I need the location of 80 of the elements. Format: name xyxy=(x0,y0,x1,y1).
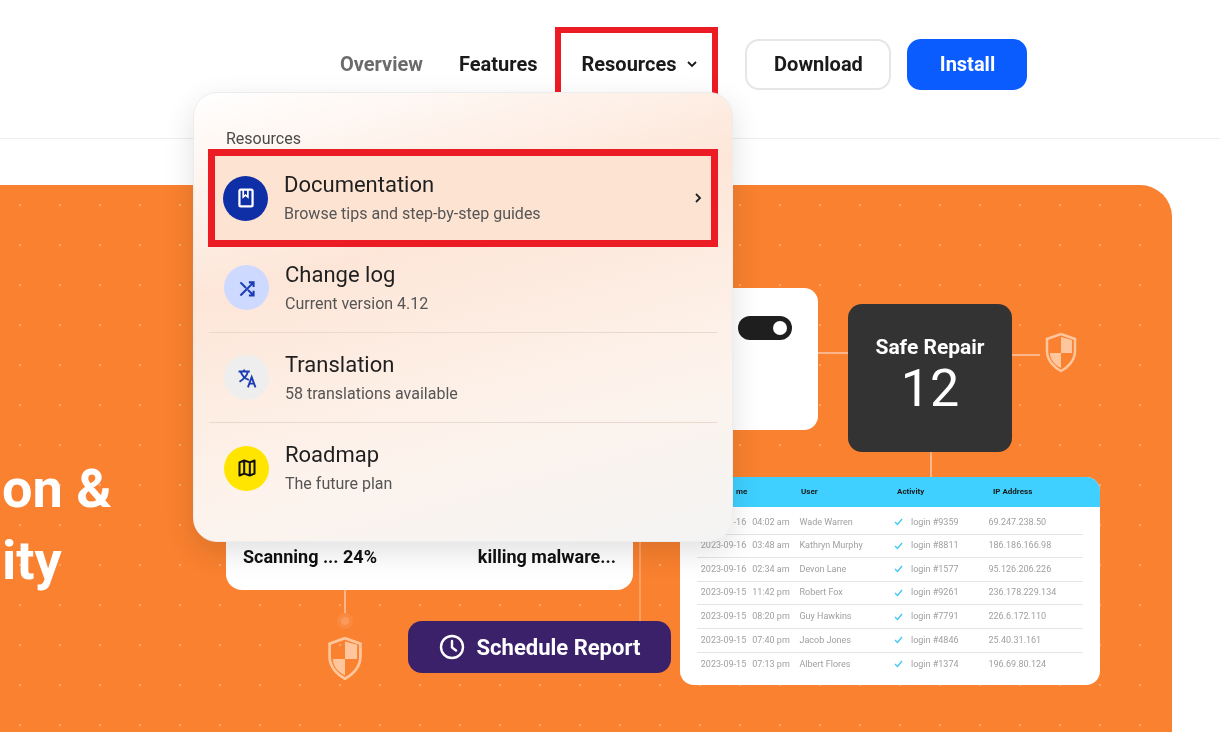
clock-icon xyxy=(438,634,465,660)
table-cell-text: 03:48 am xyxy=(751,539,791,553)
table-cell-text: Albert Flores xyxy=(799,657,852,671)
connector-line xyxy=(818,352,848,354)
table-cell-text: 69.247.238.50 xyxy=(988,515,1048,529)
table-cell-text: 11:42 pm xyxy=(751,586,791,600)
column-header: Activity xyxy=(897,486,926,498)
table-cell-text: 196.69.80.124 xyxy=(988,657,1048,671)
table-cell-text: 2023-09-15 xyxy=(699,609,747,623)
table-cell-text: 95.126.206.226 xyxy=(988,562,1053,576)
table-cell-text: login #7791 xyxy=(910,609,959,623)
table-cell-text: 02:34 am xyxy=(751,562,791,576)
download-button[interactable]: Download xyxy=(745,38,892,90)
menu-heading: Resources xyxy=(225,128,302,150)
menu-item-subtitle: Current version 4.12 xyxy=(285,293,430,314)
headline-text: on & xyxy=(2,456,112,522)
menu-item-title: Change log xyxy=(285,261,397,288)
check-icon xyxy=(893,541,903,550)
table-cell-text: Jacob Jones xyxy=(799,633,852,647)
table-cell-text: 2023-09-15 xyxy=(699,657,747,671)
menu-item[interactable]: Roadmap The future plan xyxy=(209,423,717,513)
scan-status-text: killing malware... xyxy=(477,545,616,569)
table-cell-text: 2023-09-16 xyxy=(699,539,747,553)
table-cell: login #9261 xyxy=(910,586,959,600)
check-icon xyxy=(893,589,903,598)
check-icon xyxy=(893,660,903,669)
table-cell-text: -16 xyxy=(732,515,747,529)
menu-item-title: Documentation xyxy=(284,172,436,198)
column-header: me xyxy=(735,486,749,498)
menu-item-subtitle: 58 translations available xyxy=(285,383,459,404)
headline-text: ity xyxy=(2,528,62,594)
menu-item[interactable]: Translation 58 translations available xyxy=(209,333,717,423)
schedule-report-button[interactable]: Schedule Report xyxy=(408,621,671,673)
table-cell-text: 07:13 pm xyxy=(751,657,791,671)
menu-item-title: Translation xyxy=(285,351,396,378)
menu-item[interactable]: Documentation Browse tips and step-by-step guides xyxy=(215,156,711,240)
table-cell-text: 2023-09-16 xyxy=(699,562,747,576)
menu-item-subtitle: Browse tips and step-by-step guides xyxy=(284,204,542,224)
menu-item-subtitle: The future plan xyxy=(285,474,394,494)
check-icon xyxy=(893,565,903,574)
check-icon xyxy=(893,518,903,527)
table-cell-text: 07:40 pm xyxy=(751,633,791,647)
table-cell-text: login #1577 xyxy=(910,562,959,576)
safe-repair-title: Safe Repair xyxy=(875,334,985,360)
table-cell: login #4846 xyxy=(910,633,959,647)
menu-item-title: Roadmap xyxy=(285,442,381,468)
safe-repair-count: 12 xyxy=(900,360,960,418)
chevron-down-icon xyxy=(686,58,699,70)
table-cell-text: 25.40.31.161 xyxy=(988,633,1043,647)
check-icon xyxy=(893,612,903,621)
column-header: IP Address xyxy=(993,486,1034,498)
install-button[interactable]: Install xyxy=(907,38,1028,90)
table-cell-text: login #1374 xyxy=(910,657,959,671)
toggle-switch[interactable] xyxy=(738,316,792,340)
table-cell-text: Guy Hawkins xyxy=(799,609,853,623)
chevron-right-icon xyxy=(693,192,703,204)
table-cell-text: 226.6.172.110 xyxy=(988,609,1048,623)
table-cell-text: 236.178.229.134 xyxy=(988,586,1058,600)
column-header: User xyxy=(801,486,819,498)
table-cell: login #8811 xyxy=(910,539,959,553)
table-cell-text: 08:20 pm xyxy=(751,609,791,623)
shield-icon xyxy=(326,637,364,681)
scan-progress-text: Scanning ... 24% xyxy=(243,545,377,569)
connector-line xyxy=(1012,354,1040,356)
connector-line xyxy=(930,452,932,477)
shield-icon xyxy=(1044,333,1078,373)
table-cell-text: Devon Lane xyxy=(799,562,848,576)
table-cell-text: 04:02 am xyxy=(751,515,791,529)
table-cell-text: Wade Warren xyxy=(799,515,854,529)
table-cell-text: Robert Fox xyxy=(799,586,844,600)
table-cell-text: login #9359 xyxy=(910,515,959,529)
check-icon xyxy=(893,636,903,645)
table-cell-text: 2023-09-15 xyxy=(699,586,747,600)
menu-item[interactable]: Change log Current version 4.12 xyxy=(209,243,717,333)
table-cell-text: 2023-09-15 xyxy=(699,633,747,647)
table-cell-text: 186.186.166.98 xyxy=(988,539,1053,553)
nav-link[interactable]: Overview xyxy=(322,39,441,89)
table-cell-text: Kathryn Murphy xyxy=(799,539,864,553)
nav-link[interactable]: Features xyxy=(441,39,556,89)
nav-link[interactable]: Resources xyxy=(561,39,713,89)
